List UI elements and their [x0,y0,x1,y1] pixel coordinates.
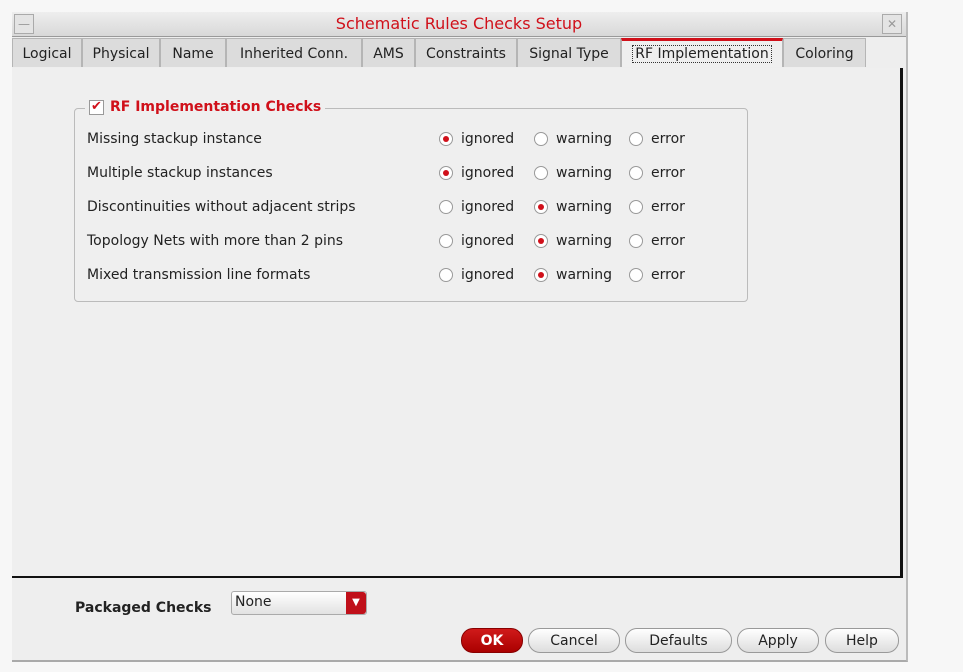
tab-rf-implementation[interactable]: RF Implementation [621,38,783,67]
radio-label: error [651,165,685,181]
check-row: Discontinuities without adjacent strips i… [87,198,737,218]
radio-label: warning [556,267,613,283]
radio-button[interactable] [534,166,548,180]
tab-label: Constraints [426,46,506,62]
radio-label: warning [556,199,613,215]
rf-implementation-checks-group: ✔ RF Implementation Checks Missing stack… [74,99,748,302]
tab-label: AMS [373,46,404,62]
tab-constraints[interactable]: Constraints [415,38,517,67]
tab-logical[interactable]: Logical [12,38,82,67]
radio-warning[interactable]: warning [534,199,612,215]
packaged-checks-label: Packaged Checks [75,600,212,616]
apply-button[interactable]: Apply [737,628,819,653]
radio-error[interactable]: error [629,199,685,215]
check-label: Mixed transmission line formats [87,267,311,283]
packaged-checks-dropdown[interactable]: None ▼ [231,591,367,615]
check-label: Topology Nets with more than 2 pins [87,233,344,249]
radio-label: ignored [461,165,515,181]
tab-label: Coloring [795,46,854,62]
radio-button[interactable] [439,234,453,248]
title-bar[interactable]: — Schematic Rules Checks Setup ✕ [12,12,906,37]
chevron-down-icon[interactable]: ▼ [346,592,366,614]
radio-label: error [651,267,685,283]
radio-button[interactable] [534,200,548,214]
radio-ignored[interactable]: ignored [439,267,514,283]
check-row: Topology Nets with more than 2 pins ignor… [87,232,737,252]
radio-label: ignored [461,233,515,249]
radio-warning[interactable]: warning [534,131,612,147]
radio-ignored[interactable]: ignored [439,131,514,147]
tab-physical[interactable]: Physical [82,38,160,67]
tab-ams[interactable]: AMS [362,38,415,67]
check-row: Missing stackup instance ignored warning er… [87,130,737,150]
radio-button[interactable] [534,132,548,146]
radio-warning[interactable]: warning [534,165,612,181]
tab-label: Signal Type [529,46,609,62]
radio-warning[interactable]: warning [534,267,612,283]
radio-button[interactable] [629,200,643,214]
group-label: RF Implementation Checks [110,99,322,115]
radio-ignored[interactable]: ignored [439,165,514,181]
radio-error[interactable]: error [629,267,685,283]
tab-label: Logical [22,46,72,62]
radio-error[interactable]: error [629,233,685,249]
tab-signal-type[interactable]: Signal Type [517,38,621,67]
tab-label: Physical [92,46,150,62]
ok-button[interactable]: OK [461,628,523,653]
check-row: Mixed transmission line formats ignored wa… [87,266,737,286]
tab-coloring[interactable]: Coloring [783,38,866,67]
radio-button[interactable] [534,234,548,248]
group-enable-checkbox[interactable]: ✔ [89,99,104,115]
check-label: Missing stackup instance [87,131,262,147]
tab-label: Inherited Conn. [239,46,349,62]
cancel-button[interactable]: Cancel [528,628,620,653]
tab-label: Name [172,46,214,62]
radio-warning[interactable]: warning [534,233,612,249]
window-title: Schematic Rules Checks Setup [335,14,583,33]
tab-inherited-conn[interactable]: Inherited Conn. [226,38,362,67]
radio-button[interactable] [439,268,453,282]
radio-ignored[interactable]: ignored [439,199,514,215]
radio-button[interactable] [439,166,453,180]
radio-button[interactable] [629,234,643,248]
dialog-window: — Schematic Rules Checks Setup ✕ Logical… [12,12,908,662]
radio-error[interactable]: error [629,131,685,147]
radio-label: warning [556,165,613,181]
defaults-button[interactable]: Defaults [625,628,732,653]
radio-button[interactable] [629,132,643,146]
tab-panel: ✔ RF Implementation Checks Missing stack… [12,68,903,578]
radio-label: ignored [461,131,515,147]
tab-label: RF Implementation [632,45,772,63]
check-row: Multiple stackup instances ignored warning… [87,164,737,184]
radio-error[interactable]: error [629,165,685,181]
radio-button[interactable] [534,268,548,282]
radio-label: warning [556,131,613,147]
radio-label: error [651,131,685,147]
radio-ignored[interactable]: ignored [439,233,514,249]
radio-button[interactable] [439,200,453,214]
radio-label: warning [556,233,613,249]
check-label: Discontinuities without adjacent strips [87,199,356,215]
radio-label: ignored [461,199,515,215]
help-button[interactable]: Help [825,628,899,653]
radio-label: error [651,199,685,215]
radio-button[interactable] [629,166,643,180]
close-icon[interactable]: ✕ [882,14,902,34]
packaged-checks-value: None [235,594,272,610]
group-legend[interactable]: ✔ RF Implementation Checks [85,99,326,115]
radio-label: error [651,233,685,249]
radio-button[interactable] [439,132,453,146]
radio-button[interactable] [629,268,643,282]
check-label: Multiple stackup instances [87,165,273,181]
tab-name[interactable]: Name [160,38,226,67]
radio-label: ignored [461,267,515,283]
